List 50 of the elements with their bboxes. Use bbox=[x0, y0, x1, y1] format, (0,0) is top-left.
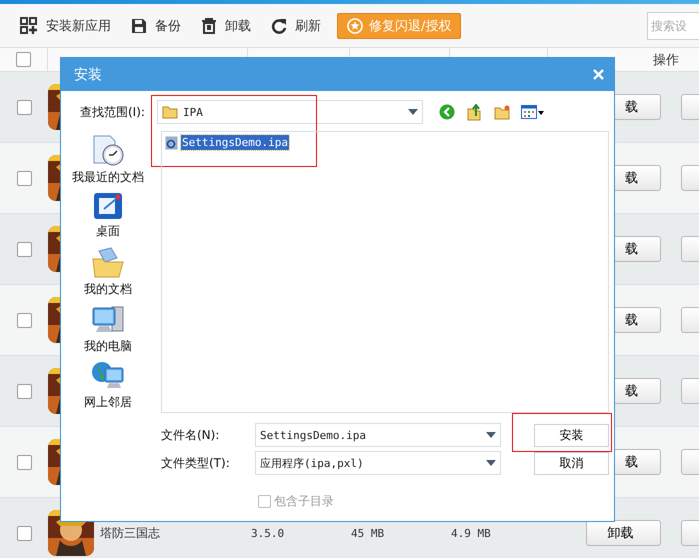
file-icon bbox=[165, 136, 178, 150]
filetype-label: 文件类型(T): bbox=[161, 454, 231, 472]
folder-document-icon bbox=[91, 247, 125, 280]
grid-plus-icon bbox=[20, 16, 38, 34]
checkbox[interactable] bbox=[16, 100, 32, 114]
checkbox[interactable] bbox=[16, 312, 32, 328]
cancel-button[interactable]: 取消 bbox=[534, 452, 609, 474]
folder-dropdown[interactable]: IPA bbox=[156, 100, 423, 124]
caret-icon bbox=[486, 460, 496, 466]
clock-document-icon bbox=[91, 135, 125, 167]
folder-icon bbox=[162, 106, 178, 118]
desktop-icon bbox=[92, 191, 124, 222]
app-size-text: 45 MB bbox=[351, 527, 384, 540]
toolbar-button[interactable]: 刷新 bbox=[271, 16, 321, 34]
version-text: 3.5.0 bbox=[251, 527, 284, 540]
filename-field[interactable]: SettingsDemo.ipa bbox=[255, 423, 501, 447]
filename-label: 文件名(N): bbox=[161, 426, 220, 444]
toolbar-button[interactable]: 卸载 bbox=[201, 16, 251, 34]
filetype-dropdown[interactable]: 应用程序(ipa,pxl) bbox=[255, 451, 501, 475]
checkbox[interactable] bbox=[16, 526, 32, 540]
search-field[interactable]: 搜索设 bbox=[647, 12, 699, 40]
places-item[interactable]: 我最近的文档 bbox=[72, 135, 144, 188]
app-name: 塔防三国志 bbox=[100, 526, 160, 540]
look-in-label: 查找范围(I): bbox=[80, 104, 145, 120]
places-item[interactable]: 网上邻居 bbox=[84, 360, 132, 414]
back-icon[interactable] bbox=[438, 104, 455, 120]
checkbox[interactable] bbox=[16, 170, 32, 186]
dialog-title: 安装 bbox=[74, 66, 102, 84]
places-item[interactable]: 我的电脑 bbox=[84, 304, 132, 357]
checkbox[interactable] bbox=[16, 384, 32, 398]
caret-icon bbox=[408, 109, 418, 115]
refresh-icon bbox=[271, 18, 287, 34]
toolbar-button[interactable]: 备份 bbox=[131, 16, 181, 34]
caret-icon bbox=[486, 432, 496, 438]
uninstall-button[interactable]: 卸载 bbox=[586, 520, 661, 546]
column-header: 操作 bbox=[653, 52, 679, 68]
checkbox[interactable] bbox=[16, 52, 31, 67]
places-item[interactable]: 我的文档 bbox=[84, 247, 132, 301]
trash-icon bbox=[201, 18, 217, 34]
toolbar-button[interactable]: 安装新应用 bbox=[20, 16, 111, 34]
close-icon[interactable] bbox=[593, 69, 604, 80]
save-icon bbox=[131, 18, 147, 34]
new-folder-icon[interactable] bbox=[494, 104, 511, 120]
install-button[interactable]: 安装 bbox=[534, 424, 609, 446]
view-menu-icon[interactable] bbox=[520, 105, 544, 119]
checkbox[interactable] bbox=[16, 454, 32, 470]
checkbox[interactable] bbox=[16, 242, 32, 256]
checkbox-label: 包含子目录 bbox=[274, 493, 334, 510]
places-item[interactable]: 桌面 bbox=[92, 191, 124, 244]
document-size-text: 4.9 MB bbox=[451, 527, 491, 540]
